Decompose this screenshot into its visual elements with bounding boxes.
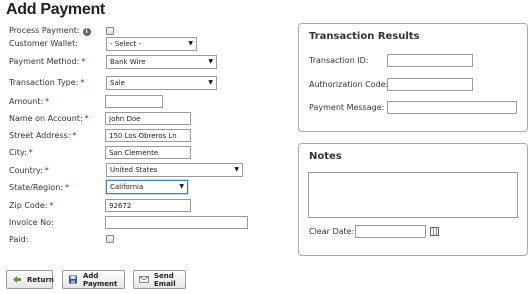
info-icon[interactable]: i	[82, 28, 91, 36]
name-on-account-label-text: Name on Account:	[9, 114, 83, 123]
name-on-account-input[interactable]	[105, 112, 191, 125]
required-mark: *	[49, 201, 54, 210]
payment-method-select[interactable]: Bank Wire ▼	[106, 55, 217, 69]
transaction-type-value: Sale	[110, 79, 125, 87]
chevron-down-icon: ▼	[188, 40, 193, 47]
customer-wallet-select[interactable]: - Select - ▼	[106, 37, 197, 51]
invoice-no-label: Invoice No:	[9, 218, 54, 227]
payment-message-label: Payment Message:	[309, 103, 385, 112]
notes-title: Notes	[309, 151, 342, 162]
street-address-label-text: Street Address:	[9, 131, 71, 140]
process-payment-checkbox[interactable]	[106, 27, 114, 35]
required-mark: *	[45, 97, 50, 106]
invoice-no-input[interactable]	[105, 216, 248, 229]
notes-textarea[interactable]	[308, 172, 518, 218]
country-label: Country: *	[9, 165, 49, 177]
save-icon	[68, 275, 78, 284]
payment-method-value: Bank Wire	[110, 58, 146, 66]
notes-panel: Notes Clear Date:	[298, 143, 528, 256]
required-mark: *	[80, 78, 85, 87]
required-mark: *	[44, 166, 49, 175]
country-select[interactable]: United States ▼	[106, 163, 243, 177]
payment-method-label: Payment Method: *	[9, 56, 85, 68]
return-button[interactable]: Return	[6, 270, 54, 289]
customer-wallet-value: - Select -	[110, 40, 142, 48]
city-input[interactable]	[105, 146, 191, 159]
name-on-account-label: Name on Account: *	[9, 113, 89, 125]
send-email-button[interactable]: Send Email	[133, 270, 186, 289]
payment-method-label-text: Payment Method:	[9, 57, 80, 66]
transaction-results-panel: Transaction Results Transaction ID: Auth…	[298, 23, 528, 132]
paid-label: Paid:	[9, 235, 29, 244]
amount-label: Amount: *	[9, 96, 49, 108]
country-label-text: Country:	[9, 166, 43, 175]
process-payment-label: Process Payment: i	[9, 25, 91, 37]
add-payment-button[interactable]: Add Payment	[62, 270, 125, 289]
chevron-down-icon: ▼	[208, 79, 213, 86]
chevron-down-icon: ▼	[208, 58, 213, 65]
arrow-left-icon	[12, 275, 22, 284]
page-title: Add Payment	[6, 1, 105, 18]
state-region-label: State/Region: *	[9, 182, 69, 194]
chevron-down-icon: ▼	[234, 166, 239, 173]
paid-checkbox[interactable]	[106, 235, 114, 243]
street-address-input[interactable]	[105, 129, 191, 142]
authorization-code-input[interactable]	[387, 78, 473, 91]
city-label-text: City:	[9, 148, 27, 157]
transaction-id-label: Transaction ID:	[309, 56, 369, 65]
email-icon	[139, 275, 149, 284]
state-region-value: California	[110, 183, 144, 191]
state-region-select[interactable]: California ▼	[106, 180, 188, 194]
country-value: United States	[110, 166, 158, 174]
transaction-type-select[interactable]: Sale ▼	[106, 76, 217, 90]
clear-date-input[interactable]	[355, 225, 426, 238]
city-label: City: *	[9, 147, 33, 159]
authorization-code-label: Authorization Code:	[309, 80, 389, 89]
transaction-type-label: Transaction Type: *	[9, 77, 84, 89]
clear-date-label: Clear Date:	[309, 227, 355, 236]
transaction-results-title: Transaction Results	[309, 31, 420, 42]
calendar-icon[interactable]	[430, 227, 439, 236]
process-payment-label-text: Process Payment:	[9, 26, 80, 35]
zip-code-label-text: Zip Code:	[9, 201, 48, 210]
payment-message-input[interactable]	[387, 101, 517, 114]
chevron-down-icon: ▼	[179, 183, 184, 190]
required-mark: *	[64, 183, 69, 192]
state-region-label-text: State/Region:	[9, 183, 63, 192]
send-email-button-label: Send Email	[154, 271, 176, 288]
amount-input[interactable]	[105, 95, 163, 108]
required-mark: *	[28, 148, 33, 157]
return-button-label: Return	[27, 275, 54, 284]
amount-label-text: Amount:	[9, 97, 44, 106]
zip-code-input[interactable]	[105, 199, 191, 212]
add-payment-button-label: Add Payment	[83, 271, 118, 288]
zip-code-label: Zip Code: *	[9, 200, 54, 212]
street-address-label: Street Address: *	[9, 130, 76, 142]
customer-wallet-label: Customer Wallet:	[9, 39, 78, 48]
transaction-id-input[interactable]	[387, 54, 473, 67]
required-mark: *	[84, 114, 89, 123]
required-mark: *	[81, 57, 86, 66]
required-mark: *	[72, 131, 77, 140]
transaction-type-label-text: Transaction Type:	[9, 78, 79, 87]
